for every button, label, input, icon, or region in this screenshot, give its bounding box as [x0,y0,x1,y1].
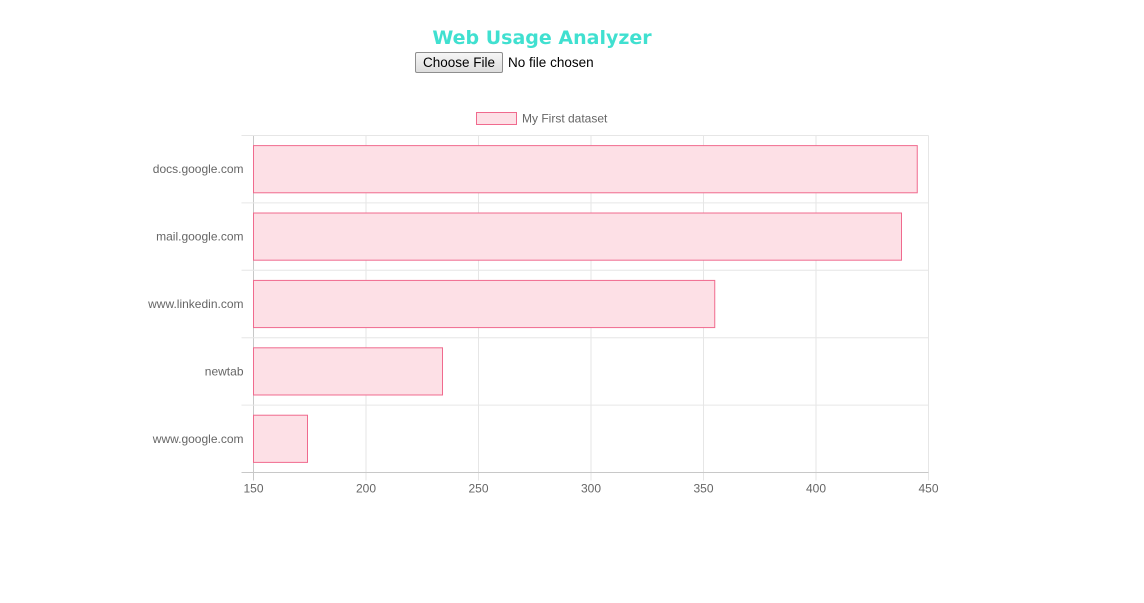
y-tick-label: docs.google.com [153,162,244,176]
legend-label: My First dataset [522,112,608,126]
bar [253,414,308,463]
bar [253,212,902,261]
x-tick-label: 400 [806,482,826,496]
x-tick-label: 450 [918,482,938,496]
y-tick-label: www.google.com [152,432,244,446]
x-tick-label: 200 [356,482,376,496]
y-tick-label: newtab [205,364,244,378]
legend-swatch [476,112,517,125]
x-tick-label: 150 [243,482,263,496]
x-axis-labels: 150 200 250 300 350 400 450 [243,482,938,496]
x-tick-label: 250 [468,482,488,496]
x-tick-label: 300 [581,482,601,496]
chart-bars [253,145,918,463]
bar [253,279,716,329]
x-tick-label: 350 [693,482,713,496]
bar-chart: My First dataset docs.google.com mail.goo… [147,112,939,496]
bar [253,145,918,194]
y-tick-label: www.linkedin.com [147,297,243,311]
chart-legend[interactable]: My First dataset [476,112,609,126]
bar [253,347,443,396]
y-axis-labels: docs.google.com mail.google.com www.linked… [147,162,244,446]
y-tick-label: mail.google.com [156,230,243,244]
